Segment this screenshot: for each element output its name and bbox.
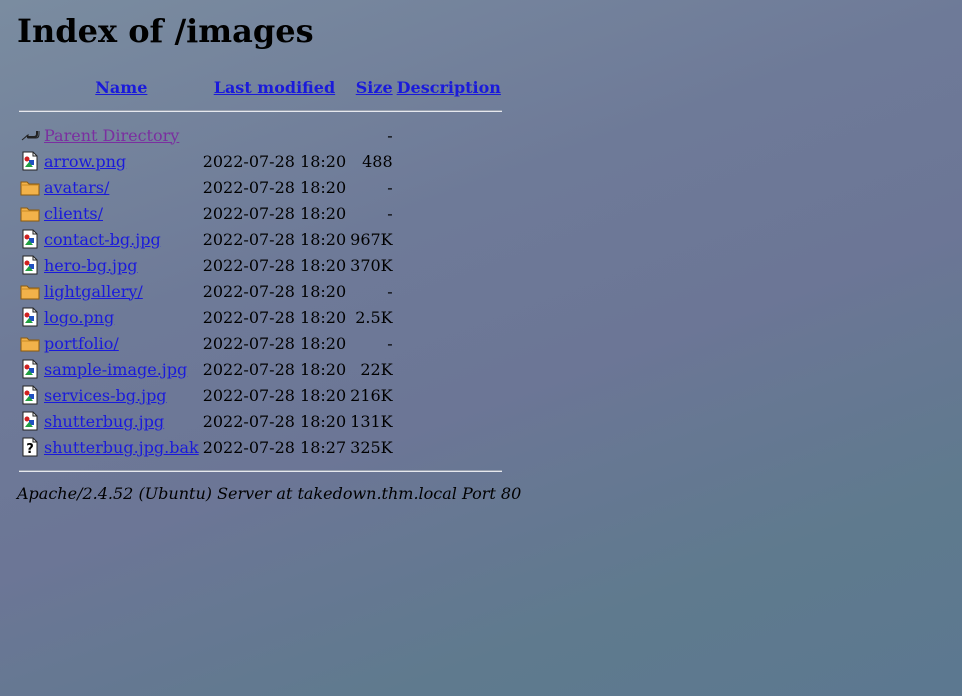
unknown-icon: ? <box>20 437 40 457</box>
size-cell: - <box>387 125 393 145</box>
folder-icon <box>20 333 40 352</box>
sort-by-size-link[interactable]: Size <box>356 78 393 97</box>
file-link[interactable]: services-bg.jpg <box>44 386 167 405</box>
table-header-row: Name Last modified Size Description <box>19 74 502 100</box>
image-icon <box>20 229 40 249</box>
last-modified-cell: 2022-07-28 18:20 <box>202 385 347 405</box>
footer-separator-row <box>19 460 502 482</box>
table-row: hero-bg.jpg 2022-07-28 18:20 370K <box>19 252 502 278</box>
table-row: Parent Directory - <box>19 122 502 148</box>
sort-by-description-link[interactable]: Description <box>397 78 501 97</box>
image-icon <box>20 411 40 431</box>
image-icon <box>20 359 40 379</box>
name-column-header[interactable]: Name <box>43 74 200 100</box>
file-link[interactable]: shutterbug.jpg <box>44 412 164 431</box>
back-icon <box>20 125 40 144</box>
file-list: Parent Directory - arrow.png 2022-07-28 18:… <box>19 122 502 460</box>
size-cell: 370K <box>350 255 393 275</box>
description-cell <box>396 408 502 434</box>
description-cell <box>396 330 502 356</box>
last-modified-cell: 2022-07-28 18:20 <box>202 281 347 301</box>
table-row: clients/2022-07-28 18:20 - <box>19 200 502 226</box>
description-cell <box>396 252 502 278</box>
description-cell <box>396 148 502 174</box>
folder-icon <box>20 177 40 196</box>
size-column-header[interactable]: Size <box>349 74 394 100</box>
last-modified-cell: 2022-07-28 18:27 <box>202 437 347 457</box>
description-cell <box>396 122 502 148</box>
file-link[interactable]: shutterbug.jpg.bak <box>44 438 199 457</box>
parent-directory-link[interactable]: Parent Directory <box>44 126 179 145</box>
directory-listing-table: Name Last modified Size Description Pare… <box>17 74 504 482</box>
horizontal-rule <box>19 470 502 472</box>
file-link[interactable]: clients/ <box>44 204 103 223</box>
description-cell <box>396 200 502 226</box>
last-modified-cell <box>202 122 347 148</box>
last-modified-cell: 2022-07-28 18:20 <box>202 229 347 249</box>
table-row: services-bg.jpg 2022-07-28 18:20 216K <box>19 382 502 408</box>
description-cell <box>396 174 502 200</box>
last-modified-cell: 2022-07-28 18:20 <box>202 203 347 223</box>
description-cell <box>396 356 502 382</box>
last-modified-column-header[interactable]: Last modified <box>202 74 347 100</box>
last-modified-cell: 2022-07-28 18:20 <box>202 359 347 379</box>
sort-by-name-link[interactable]: Name <box>95 78 147 97</box>
server-signature: Apache/2.4.52 (Ubuntu) Server at takedow… <box>17 484 522 503</box>
file-link[interactable]: portfolio/ <box>44 334 119 353</box>
table-row: logo.png 2022-07-28 18:20 2.5K <box>19 304 502 330</box>
size-cell: 22K <box>360 359 393 379</box>
size-cell: 488 <box>362 151 393 171</box>
size-cell: 967K <box>350 229 393 249</box>
description-cell <box>396 304 502 330</box>
size-cell: 216K <box>350 385 393 405</box>
sort-by-last-modified-link[interactable]: Last modified <box>214 78 335 97</box>
table-row: contact-bg.jpg 2022-07-28 18:20 967K <box>19 226 502 252</box>
image-icon <box>20 385 40 405</box>
table-row: lightgallery/2022-07-28 18:20 - <box>19 278 502 304</box>
size-cell: - <box>387 177 393 197</box>
size-cell: 2.5K <box>355 307 393 327</box>
image-icon <box>20 151 40 171</box>
last-modified-cell: 2022-07-28 18:20 <box>202 333 347 353</box>
image-icon <box>20 255 40 275</box>
last-modified-cell: 2022-07-28 18:20 <box>202 151 347 171</box>
file-link[interactable]: sample-image.jpg <box>44 360 187 379</box>
table-row: sample-image.jpg 2022-07-28 18:20 22K <box>19 356 502 382</box>
description-cell <box>396 434 502 460</box>
image-icon <box>20 307 40 327</box>
file-link[interactable]: avatars/ <box>44 178 109 197</box>
icon-column-header <box>19 74 41 100</box>
size-cell: - <box>387 203 393 223</box>
folder-icon <box>20 281 40 300</box>
page-title: Index of /images <box>17 12 314 50</box>
table-row: arrow.png 2022-07-28 18:20 488 <box>19 148 502 174</box>
last-modified-cell: 2022-07-28 18:20 <box>202 411 347 431</box>
file-link[interactable]: hero-bg.jpg <box>44 256 137 275</box>
size-cell: - <box>387 281 393 301</box>
svg-text:?: ? <box>26 442 34 457</box>
file-link[interactable]: logo.png <box>44 308 114 327</box>
table-row: ? shutterbug.jpg.bak 2022-07-28 18:27 325K <box>19 434 502 460</box>
description-cell <box>396 278 502 304</box>
description-cell <box>396 226 502 252</box>
description-column-header[interactable]: Description <box>396 74 502 100</box>
last-modified-cell: 2022-07-28 18:20 <box>202 307 347 327</box>
table-row: avatars/2022-07-28 18:20 - <box>19 174 502 200</box>
file-link[interactable]: contact-bg.jpg <box>44 230 161 249</box>
header-separator-row <box>19 100 502 122</box>
size-cell: 131K <box>350 411 393 431</box>
size-cell: - <box>387 333 393 353</box>
folder-icon <box>20 203 40 222</box>
horizontal-rule <box>19 110 502 112</box>
table-row: shutterbug.jpg 2022-07-28 18:20 131K <box>19 408 502 434</box>
table-row: portfolio/2022-07-28 18:20 - <box>19 330 502 356</box>
file-link[interactable]: arrow.png <box>44 152 126 171</box>
file-link[interactable]: lightgallery/ <box>44 282 143 301</box>
size-cell: 325K <box>350 437 393 457</box>
last-modified-cell: 2022-07-28 18:20 <box>202 177 347 197</box>
description-cell <box>396 382 502 408</box>
last-modified-cell: 2022-07-28 18:20 <box>202 255 347 275</box>
